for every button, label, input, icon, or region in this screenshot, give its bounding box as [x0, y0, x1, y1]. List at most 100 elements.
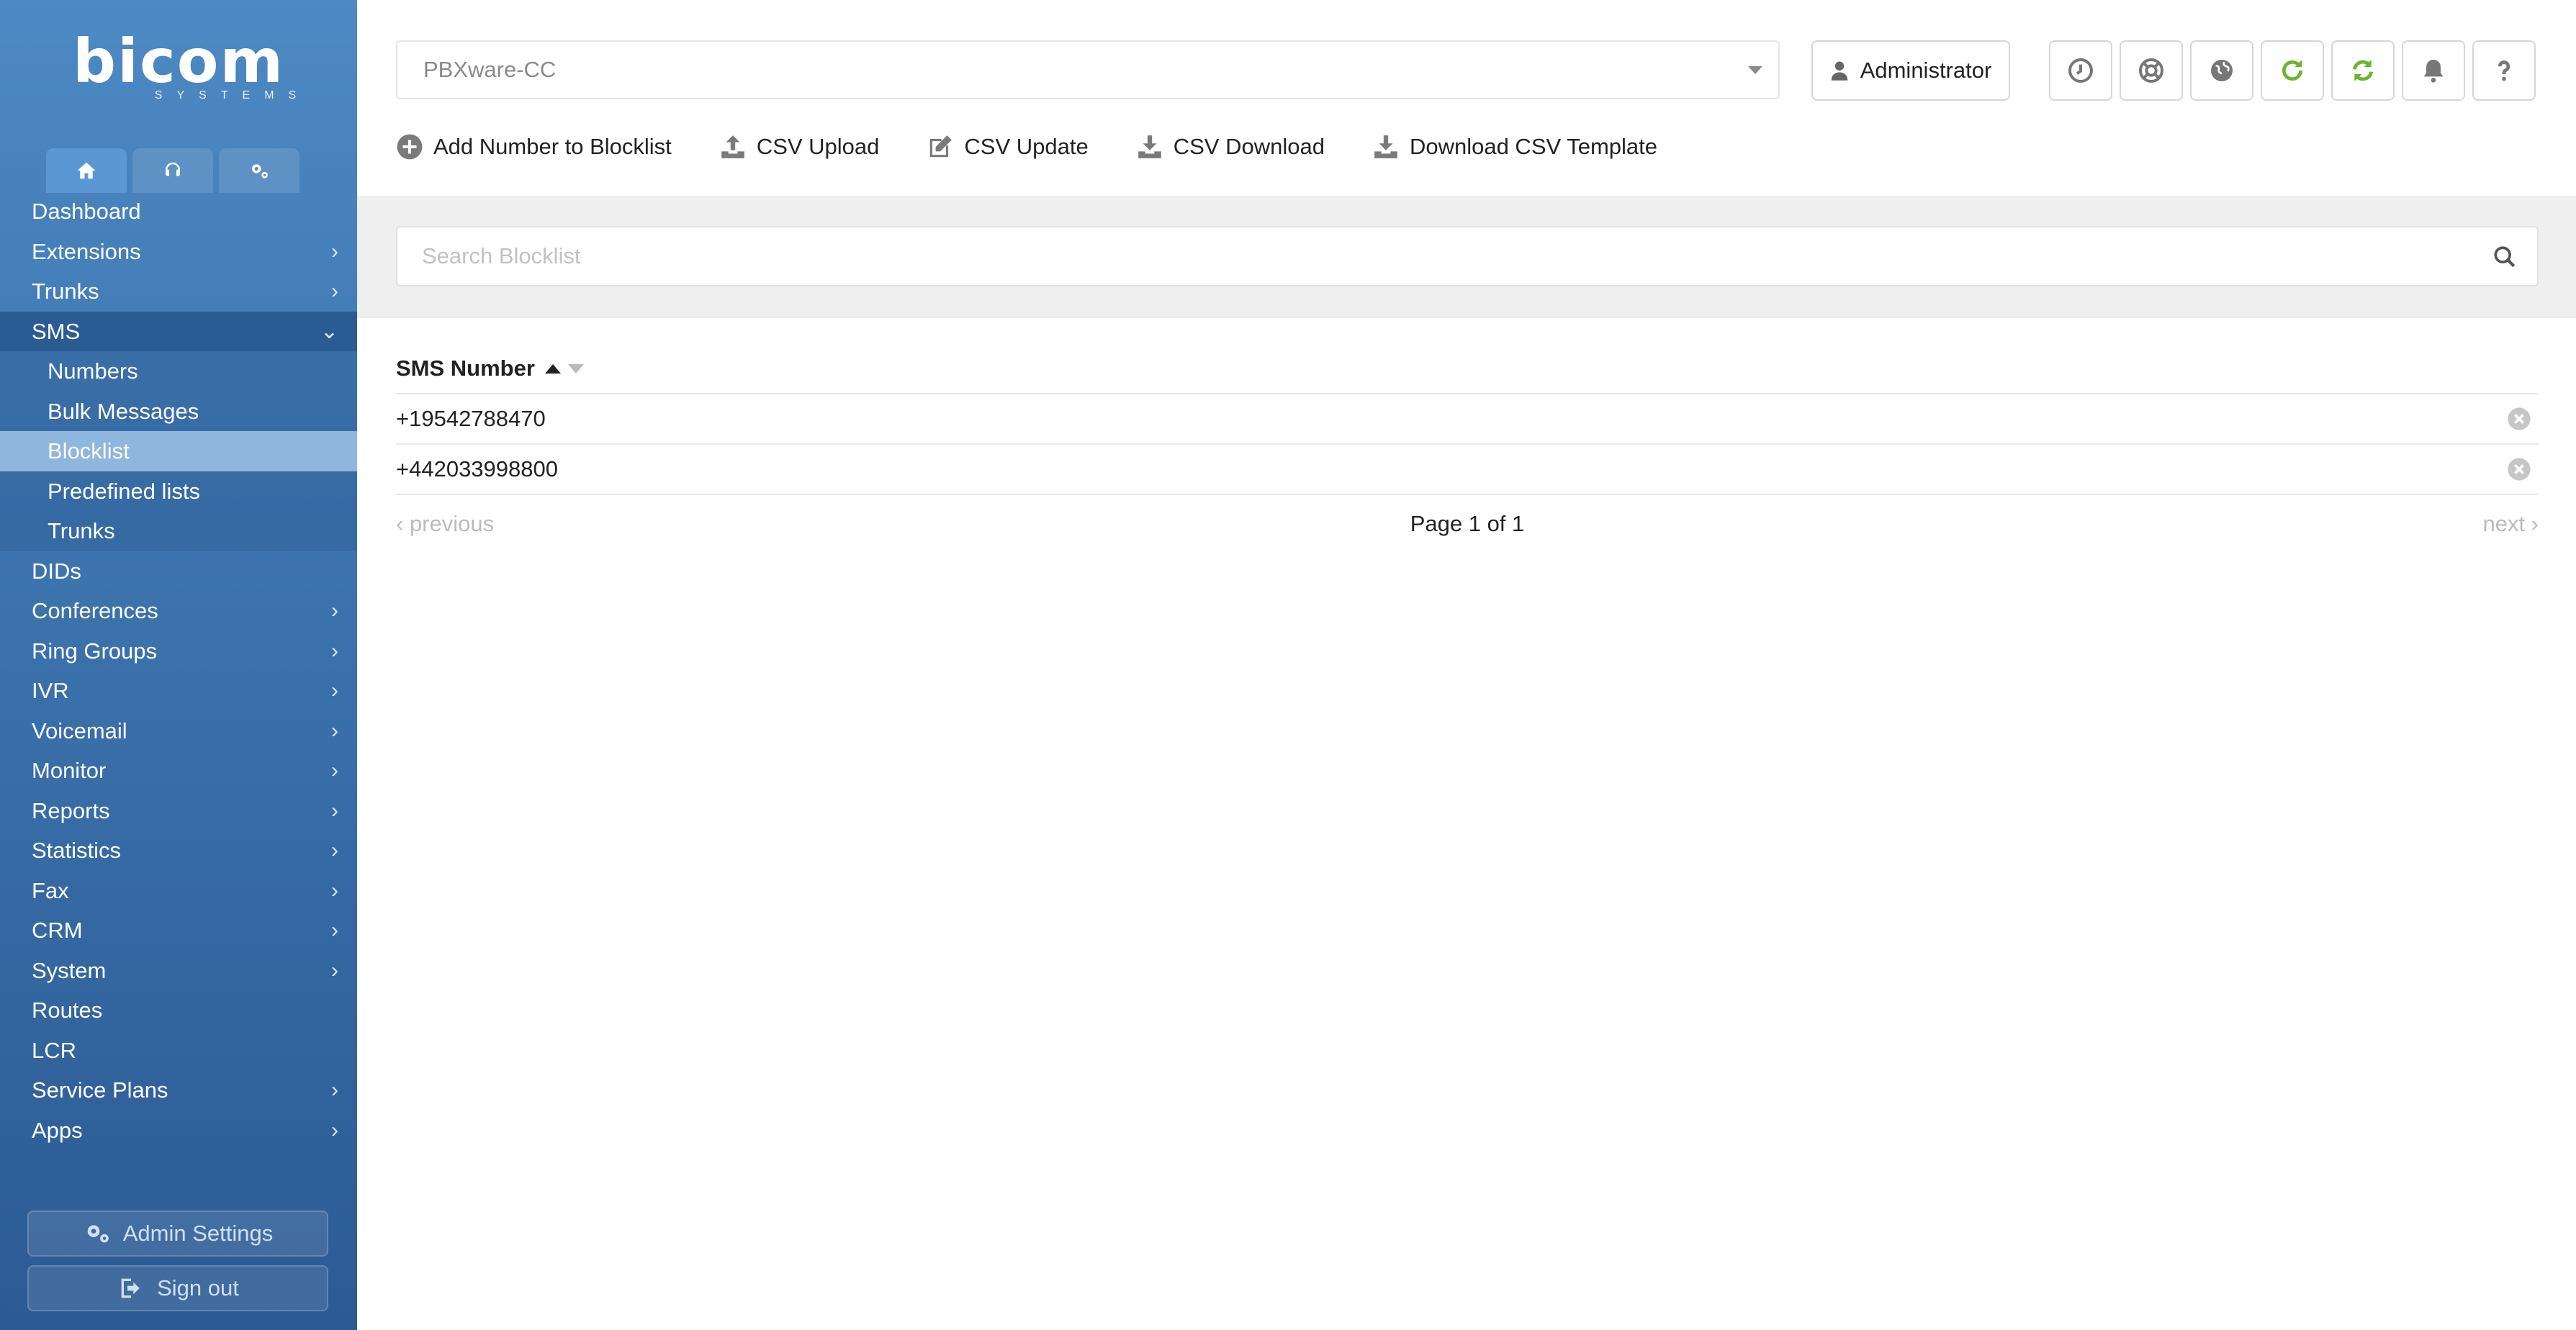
headset-icon	[166, 162, 180, 176]
chevron-right-icon: ›	[331, 918, 338, 942]
sidebar-item-label: Dashboard	[32, 199, 141, 224]
tab-home[interactable]	[46, 148, 127, 193]
csv-download-button[interactable]: CSV Download	[1136, 133, 1325, 160]
add-number-button[interactable]: Add Number to Blocklist	[396, 133, 672, 160]
globe-icon	[2211, 60, 2233, 81]
upload-icon	[721, 135, 744, 158]
sidebar-item-label: Bulk Messages	[48, 398, 199, 424]
download-template-button[interactable]: Download CSV Template	[1372, 133, 1657, 160]
sidebar-subitem-predefined-lists[interactable]: Predefined lists	[0, 471, 357, 511]
sidebar-item-label: Routes	[32, 998, 103, 1023]
next-page-button[interactable]: next ›	[2482, 504, 2539, 544]
sidebar-item-fax[interactable]: Fax ›	[0, 871, 357, 911]
sidebar-item-crm[interactable]: CRM ›	[0, 910, 357, 951]
sidebar-item-conferences[interactable]: Conferences ›	[0, 591, 357, 631]
sidebar-item-service-plans[interactable]: Service Plans ›	[0, 1070, 357, 1110]
sidebar-item-label: Extensions	[32, 238, 141, 264]
search-icon[interactable]	[2492, 245, 2517, 269]
sidebar-item-trunks[interactable]: Trunks ›	[0, 271, 357, 312]
lifebuoy-icon	[2139, 58, 2163, 83]
home-icon	[77, 162, 96, 179]
delete-icon[interactable]	[2507, 407, 2531, 431]
sync-button[interactable]	[2331, 40, 2395, 101]
pagination: Page 1 of 1 ‹ previous next ›	[396, 504, 2539, 544]
page-indicator: Page 1 of 1	[1410, 511, 1525, 536]
sidebar-item-dids[interactable]: DIDs	[0, 551, 357, 592]
sidebar-item-extensions[interactable]: Extensions ›	[0, 232, 357, 272]
sidebar-item-label: Conferences	[32, 598, 158, 623]
chevron-right-icon: ›	[331, 1118, 338, 1142]
notifications-button[interactable]	[2402, 40, 2465, 101]
sidebar-item-label: CRM	[32, 918, 83, 943]
previous-label: previous	[409, 511, 495, 536]
sidebar-item-sms[interactable]: SMS ⌄	[0, 311, 357, 351]
sidebar-item-label: Trunks	[48, 518, 115, 543]
add-number-label: Add Number to Blocklist	[433, 134, 672, 159]
logo-subtext: SYSTEMS	[154, 89, 311, 101]
sidebar-subitem-numbers[interactable]: Numbers	[0, 351, 357, 392]
brand-logo[interactable]: bicom SYSTEMS	[0, 29, 357, 102]
sidebar-item-reports[interactable]: Reports ›	[0, 791, 357, 831]
sidebar: bicom SYSTEMS Dashboard Extensions › Trun…	[0, 0, 357, 1330]
previous-page-button[interactable]: ‹ previous	[396, 504, 494, 544]
sidebar-subitem-bulk-messages[interactable]: Bulk Messages	[0, 391, 357, 431]
plus-circle-icon	[397, 134, 423, 160]
sidebar-item-routes[interactable]: Routes	[0, 990, 357, 1031]
sidebar-item-apps[interactable]: Apps ›	[0, 1110, 357, 1151]
next-label: next	[2482, 511, 2526, 536]
chevron-right-icon: ›	[331, 759, 338, 782]
sidebar-item-dashboard[interactable]: Dashboard	[0, 191, 357, 232]
caret-down-icon	[1748, 66, 1762, 74]
chevron-right-icon: ›	[331, 878, 338, 902]
download-icon	[1138, 135, 1161, 158]
download-icon	[1374, 135, 1397, 158]
chevron-right-icon: ›	[331, 838, 338, 862]
tab-settings[interactable]	[219, 148, 300, 193]
search-panel	[357, 196, 2576, 318]
action-toolbar: Add Number to Blocklist CSV Upload CSV U…	[396, 128, 1705, 166]
sort-ascending-icon[interactable]	[544, 363, 561, 374]
gears-icon	[87, 1225, 109, 1243]
column-header-sms-number[interactable]: SMS Number	[396, 344, 2539, 394]
sidebar-item-ring-groups[interactable]: Ring Groups ›	[0, 631, 357, 671]
sidebar-item-statistics[interactable]: Statistics ›	[0, 831, 357, 871]
sign-out-button[interactable]: Sign out	[27, 1265, 328, 1311]
admin-settings-button[interactable]: Admin Settings	[27, 1211, 328, 1257]
chevron-right-icon: ›	[331, 958, 338, 982]
history-button[interactable]	[2049, 40, 2112, 101]
csv-update-button[interactable]: CSV Update	[927, 133, 1089, 160]
csv-upload-button[interactable]: CSV Upload	[719, 133, 879, 160]
sidebar-item-label: Numbers	[48, 358, 138, 384]
sms-number-cell: +442033998800	[396, 456, 558, 481]
sidebar-item-label: IVR	[32, 678, 69, 703]
sort-descending-icon[interactable]	[567, 363, 584, 374]
sidebar-item-voicemail[interactable]: Voicemail ›	[0, 711, 357, 751]
sidebar-subitem-sms-trunks[interactable]: Trunks	[0, 511, 357, 551]
sidebar-item-monitor[interactable]: Monitor ›	[0, 751, 357, 791]
delete-icon[interactable]	[2507, 457, 2531, 481]
chevron-right-icon: ›	[331, 279, 338, 303]
sidebar-item-label: Predefined lists	[48, 478, 200, 504]
server-select-value: PBXware-CC	[423, 57, 557, 82]
search-input[interactable]	[396, 226, 2539, 286]
sidebar-item-lcr[interactable]: LCR	[0, 1031, 357, 1071]
sidebar-item-label: SMS	[32, 318, 81, 344]
reload-button[interactable]	[2261, 40, 2324, 101]
tab-support[interactable]	[132, 148, 213, 193]
server-select[interactable]: PBXware-CC	[396, 40, 1780, 99]
sidebar-item-label: Fax	[32, 877, 69, 903]
support-button[interactable]	[2120, 40, 2183, 101]
sidebar-subitem-blocklist[interactable]: Blocklist	[0, 431, 357, 471]
chevron-right-icon: ›	[331, 638, 338, 663]
sidebar-item-system[interactable]: System ›	[0, 951, 357, 991]
blocklist-table: SMS Number +19542788470 +442033998800	[396, 344, 2539, 495]
download-template-label: Download CSV Template	[1409, 134, 1658, 159]
user-icon	[1831, 61, 1847, 81]
sidebar-item-label: Voicemail	[32, 718, 127, 743]
bell-icon	[2423, 60, 2444, 83]
sync-icon	[2353, 60, 2373, 81]
language-button[interactable]	[2190, 40, 2253, 101]
sidebar-item-ivr[interactable]: IVR ›	[0, 671, 357, 711]
user-menu-button[interactable]: Administrator	[1811, 40, 2010, 101]
help-button[interactable]	[2472, 40, 2536, 101]
